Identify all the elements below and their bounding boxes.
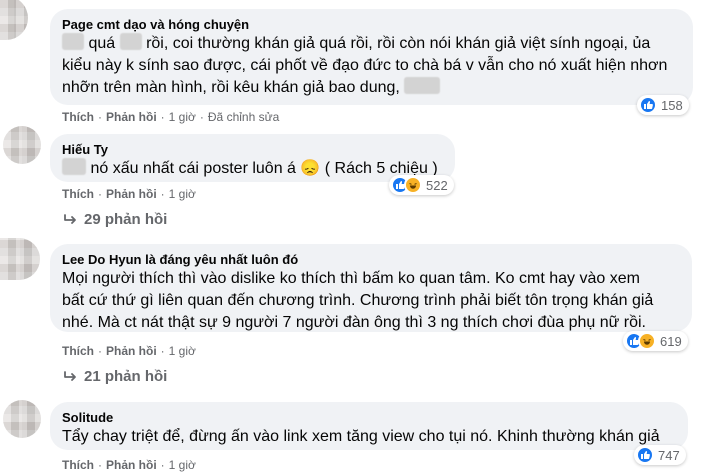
blurred-text: [404, 77, 441, 94]
comment-actions: Thích · Phản hồi · 1 giờ · Đã chỉnh sửa: [62, 110, 280, 124]
edited-label: Đã chỉnh sửa: [207, 110, 280, 124]
comment-text: quá rồi, coi thường khán giả quá rồi, rồ…: [62, 33, 681, 55]
haha-icon: [404, 176, 422, 194]
comment-text: Tẩy chay triệt để, đừng ấn vào link xem …: [62, 428, 660, 445]
like-button[interactable]: Thích: [62, 458, 94, 472]
replies-count: 29 phản hồi: [84, 211, 168, 228]
timestamp[interactable]: 1 giờ: [169, 344, 196, 358]
like-button[interactable]: Thích: [62, 344, 94, 358]
reply-button[interactable]: Phản hồi: [106, 110, 157, 124]
blurred-text: [119, 33, 142, 50]
comment-text-line: kiểu này k sính sao được, cái phốt về đạ…: [62, 57, 668, 74]
comment-text-part: nó xấu nhất cái poster luôn á 😞 ( Rách 5…: [90, 160, 438, 177]
reply-arrow-icon: [64, 370, 76, 381]
like-icon: [636, 446, 654, 464]
comment-bubble: Lee Do Hyun là đáng yêu nhất luôn đó Mọi…: [50, 244, 692, 332]
comment-actions: Thích · Phản hồi · 1 giờ: [62, 187, 196, 201]
avatar[interactable]: [3, 126, 41, 164]
timestamp[interactable]: 1 giờ: [169, 458, 196, 472]
reaction-summary[interactable]: 747: [634, 445, 686, 465]
reaction-count: 522: [426, 177, 448, 193]
reply-button[interactable]: Phản hồi: [106, 458, 157, 472]
comment-bubble: Page cmt dạo và hóng chuyện quá rồi, coi…: [50, 9, 693, 105]
reply-button[interactable]: Phản hồi: [106, 187, 157, 201]
replies-count: 21 phản hồi: [84, 368, 168, 385]
comment-text-part: quá: [88, 35, 116, 52]
comment-actions: Thích · Phản hồi · 1 giờ: [62, 458, 196, 472]
comment-text-line: nhé. Mà ct nát thật sự 9 người 7 người đ…: [62, 314, 646, 331]
avatar[interactable]: [0, 238, 40, 280]
reaction-summary[interactable]: 158: [637, 95, 689, 115]
like-button[interactable]: Thích: [62, 187, 94, 201]
like-button[interactable]: Thích: [62, 110, 94, 124]
comment-bubble: Solitude Tẩy chay triệt để, đừng ấn vào …: [50, 402, 688, 450]
comment-text-line: bất cứ thứ gì liên quan đến chương trình…: [62, 292, 654, 309]
reaction-count: 619: [660, 333, 682, 349]
comment-text-part: rồi, coi thường khán giả quá rồi, rồi cò…: [146, 35, 651, 52]
comment-author[interactable]: Lee Do Hyun là đáng yêu nhất luôn đó: [62, 252, 680, 268]
comment-text: nó xấu nhất cái poster luôn á 😞 ( Rách 5…: [62, 158, 443, 180]
comment-text-line: Mọi người thích thì vào dislike ko thích…: [62, 270, 640, 287]
comment-author[interactable]: Page cmt dạo và hóng chuyện: [62, 17, 681, 33]
blurred-text: [62, 33, 84, 50]
like-icon: [639, 96, 657, 114]
view-replies-link[interactable]: 29 phản hồi: [64, 211, 167, 228]
timestamp[interactable]: 1 giờ: [169, 110, 196, 124]
comment-text-line: nhỡn trên màn hình, rồi kêu khán giả bao…: [62, 77, 681, 99]
reaction-count: 158: [661, 97, 683, 113]
avatar[interactable]: [3, 400, 41, 438]
avatar[interactable]: [0, 0, 28, 40]
timestamp[interactable]: 1 giờ: [169, 187, 196, 201]
reaction-summary[interactable]: 522: [389, 175, 454, 195]
view-replies-link[interactable]: 21 phản hồi: [64, 368, 167, 385]
blurred-text: [62, 158, 86, 175]
comment-author[interactable]: Solitude: [62, 410, 676, 426]
comment-text-part: nhỡn trên màn hình, rồi kêu khán giả bao…: [62, 79, 400, 96]
reaction-summary[interactable]: 619: [623, 331, 688, 351]
haha-icon: [638, 332, 656, 350]
comment-author[interactable]: Hiếu Ty: [62, 142, 443, 158]
reaction-count: 747: [658, 447, 680, 463]
reply-arrow-icon: [64, 213, 76, 224]
reply-button[interactable]: Phản hồi: [106, 344, 157, 358]
comment-actions: Thích · Phản hồi · 1 giờ: [62, 344, 196, 358]
